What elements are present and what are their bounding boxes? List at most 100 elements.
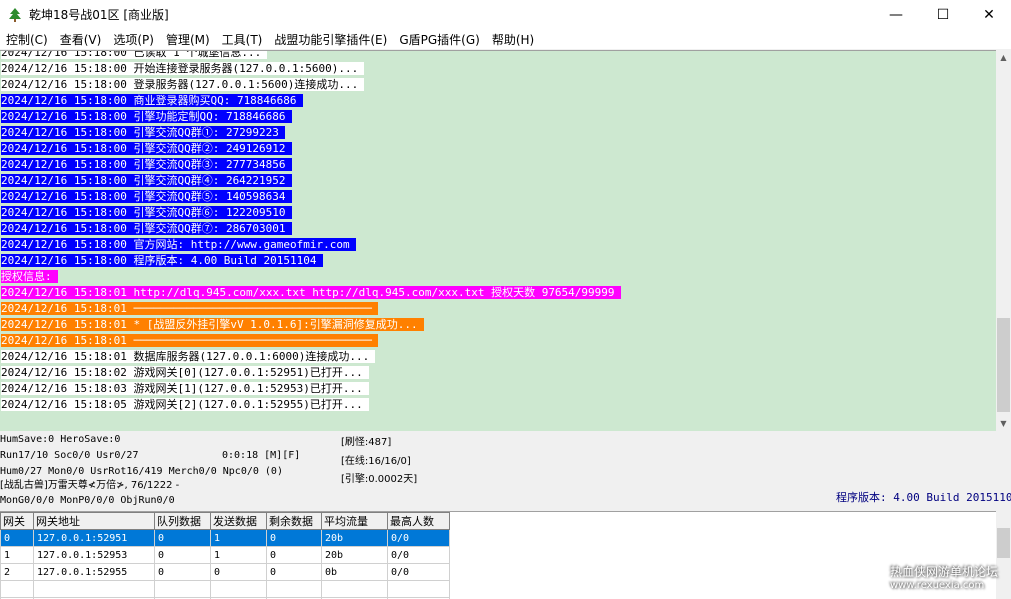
log-scrollbar[interactable]: ▲ ▼ [996, 50, 1011, 431]
empty-cell [266, 580, 322, 598]
log-line-text: 2024/12/16 15:18:01 ────────────────────… [1, 302, 378, 315]
empty-cell [33, 580, 155, 598]
log-line: 2024/12/16 15:18:00 商业登录器购买QQ: 718846686 [1, 93, 621, 109]
log-line-text: 2024/12/16 15:18:05 游戏网关[2](127.0.0.1:52… [1, 398, 369, 411]
close-button[interactable]: ✕ [966, 0, 1011, 29]
col-queue[interactable]: 队列数据 [154, 512, 211, 530]
table-header-row: 网关 网关地址 队列数据 发送数据 剩余数据 平均流量 最高人数 [0, 512, 450, 530]
empty-cell [0, 580, 34, 598]
log-line: 2024/12/16 15:18:00 引擎交流QQ群⑤: 140598634 [1, 189, 621, 205]
log-line: 2024/12/16 15:18:00 引擎交流QQ群⑦: 286703001 [1, 221, 621, 237]
log-line: 2024/12/16 15:18:00 官方网站: http://www.gam… [1, 237, 621, 253]
log-line-text: 2024/12/16 15:18:00 官方网站: http://www.gam… [1, 238, 356, 251]
status-time: 0:0:18 [M][F] [222, 450, 301, 461]
menu-gshield-plugin[interactable]: G盾PG插件(G) [393, 31, 486, 48]
log-line-text: 2024/12/16 15:18:00 引擎交流QQ群①: 27299223 [1, 126, 285, 139]
scroll-down-icon[interactable]: ▼ [996, 416, 1011, 431]
empty-cell [387, 580, 450, 598]
maximize-button[interactable]: ☐ [920, 0, 966, 29]
menu-engine-plugin[interactable]: 战盟功能引擎插件(E) [268, 31, 393, 48]
cell-send: 1 [210, 529, 267, 547]
scroll-up-icon[interactable]: ▲ [996, 50, 1011, 65]
status-save: HumSave:0 HeroSave:0 [0, 434, 121, 445]
log-line: 2024/12/16 15:18:00 登录服务器(127.0.0.1:5600… [1, 77, 621, 93]
log-line-text: 授权信息: [1, 270, 58, 283]
empty-cell [210, 580, 267, 598]
log-line: 2024/12/16 15:18:00 程序版本: 4.00 Build 201… [1, 253, 621, 269]
table-row[interactable]: 0 127.0.0.1:52951 0 1 0 20b 0/0 [0, 529, 450, 547]
log-line-text: 2024/12/16 15:18:00 已读取 1 个城堡信息... [1, 51, 268, 59]
col-send[interactable]: 发送数据 [210, 512, 267, 530]
empty-cell [321, 580, 388, 598]
col-max-users[interactable]: 最高人数 [387, 512, 450, 530]
status-hum: Hum0/27 Mon0/0 UsrRot16/419 Merch0/0 Npc… [0, 466, 283, 477]
watermark-title: 热血侠网游单机论坛 [890, 565, 999, 579]
col-remain[interactable]: 剩余数据 [266, 512, 322, 530]
cell-address: 127.0.0.1:52955 [33, 563, 155, 581]
status-run: Run17/10 Soc0/0 Usr0/27 [0, 450, 139, 461]
cell-remain: 0 [266, 546, 322, 564]
minimize-button[interactable]: — [873, 0, 919, 29]
log-line: 2024/12/16 15:18:00 已读取 1 个城堡信息... [1, 51, 621, 61]
menu-tools[interactable]: 工具(T) [216, 31, 269, 48]
grid-scrollbar[interactable] [996, 511, 1011, 599]
cell-remain: 0 [266, 529, 322, 547]
log-line-text: 2024/12/16 15:18:00 商业登录器购买QQ: 718846686 [1, 94, 303, 107]
table-row[interactable]: 1 127.0.0.1:52953 0 1 0 20b 0/0 [0, 546, 450, 564]
watermark: 热血侠网游单机论坛 www.rexuexia.com [890, 565, 998, 593]
log-line: 2024/12/16 15:18:00 开始连接登录服务器(127.0.0.1:… [1, 61, 621, 77]
status-engine: [引擎:0.0002天] [341, 474, 418, 485]
gateway-table: 网关 网关地址 队列数据 发送数据 剩余数据 平均流量 最高人数 0 127.0.… [0, 512, 450, 599]
menu-options[interactable]: 选项(P) [107, 31, 160, 48]
log-line-text: 2024/12/16 15:18:00 程序版本: 4.00 Build 201… [1, 254, 323, 267]
cell-address: 127.0.0.1:52953 [33, 546, 155, 564]
cell-gate: 2 [0, 563, 34, 581]
log-line: 2024/12/16 15:18:01 http://dlq.945.com/x… [1, 285, 621, 301]
status-online: [在线:16/16/0] [341, 456, 411, 467]
log-line-text: 2024/12/16 15:18:00 引擎交流QQ群②: 249126912 [1, 142, 292, 155]
log-line: 2024/12/16 15:18:00 引擎交流QQ群⑥: 122209510 [1, 205, 621, 221]
log-line: 2024/12/16 15:18:00 引擎功能定制QQ: 718846686 [1, 109, 621, 125]
gateway-grid[interactable]: 网关 网关地址 队列数据 发送数据 剩余数据 平均流量 最高人数 0 127.0.… [0, 511, 996, 599]
app-tree-icon [9, 7, 21, 22]
cell-queue: 0 [154, 529, 211, 547]
cell-send: 1 [210, 546, 267, 564]
table-row[interactable]: 2 127.0.0.1:52955 0 0 0 0b 0/0 [0, 563, 450, 581]
menu-bar: 控制(C) 查看(V) 选项(P) 管理(M) 工具(T) 战盟功能引擎插件(E… [0, 29, 1011, 49]
menu-view[interactable]: 查看(V) [54, 31, 108, 48]
log-line-text: 2024/12/16 15:18:02 游戏网关[0](127.0.0.1:52… [1, 366, 369, 379]
title-bar: 乾坤18号战01区 [商业版] — ☐ ✕ [0, 0, 1011, 29]
log-line-text: 2024/12/16 15:18:03 游戏网关[1](127.0.0.1:52… [1, 382, 369, 395]
grid-scroll-thumb[interactable] [997, 528, 1010, 558]
col-avg-flow[interactable]: 平均流量 [321, 512, 388, 530]
server-window: 乾坤18号战01区 [商业版] — ☐ ✕ 控制(C) 查看(V) 选项(P) … [0, 0, 1011, 599]
col-gate[interactable]: 网关 [0, 512, 34, 530]
cell-avg-flow: 20b [321, 546, 388, 564]
menu-manage[interactable]: 管理(M) [160, 31, 216, 48]
log-line: 2024/12/16 15:18:05 游戏网关[2](127.0.0.1:52… [1, 397, 621, 413]
cell-send: 0 [210, 563, 267, 581]
log-scroll-thumb[interactable] [997, 318, 1010, 412]
log-line: 2024/12/16 15:18:01 * [战盟反外挂引擎vV 1.0.1.6… [1, 317, 621, 333]
status-refresh: [刷怪:487] [341, 437, 392, 448]
log-line-text: 2024/12/16 15:18:00 引擎交流QQ群⑤: 140598634 [1, 190, 292, 203]
log-line: 2024/12/16 15:18:01 ────────────────────… [1, 301, 621, 317]
window-title: 乾坤18号战01区 [商业版] [29, 8, 169, 22]
cell-avg-flow: 20b [321, 529, 388, 547]
log-panel[interactable]: 2024/12/16 15:18:00 已读取 1 个城堡信息... 2024/1… [0, 50, 996, 431]
log-line: 2024/12/16 15:18:00 引擎交流QQ群①: 27299223 [1, 125, 621, 141]
log-lines: 2024/12/16 15:18:00 已读取 1 个城堡信息... 2024/1… [1, 51, 621, 413]
log-line: 2024/12/16 15:18:00 引擎交流QQ群③: 277734856 [1, 157, 621, 173]
log-line: 2024/12/16 15:18:01 ────────────────────… [1, 333, 621, 349]
menu-control[interactable]: 控制(C) [0, 31, 54, 48]
col-address[interactable]: 网关地址 [33, 512, 155, 530]
version-label: 程序版本: 4.00 Build 20151104 [836, 491, 1011, 504]
log-line: 2024/12/16 15:18:00 引擎交流QQ群④: 264221952 [1, 173, 621, 189]
log-line-text: 2024/12/16 15:18:00 引擎交流QQ群③: 277734856 [1, 158, 292, 171]
log-line-text: 2024/12/16 15:18:00 引擎功能定制QQ: 718846686 [1, 110, 292, 123]
cell-max-users: 0/0 [387, 563, 450, 581]
log-line-text: 2024/12/16 15:18:01 http://dlq.945.com/x… [1, 286, 621, 299]
menu-help[interactable]: 帮助(H) [486, 31, 540, 48]
cell-gate: 0 [0, 529, 34, 547]
log-line-text: 2024/12/16 15:18:00 引擎交流QQ群⑦: 286703001 [1, 222, 292, 235]
